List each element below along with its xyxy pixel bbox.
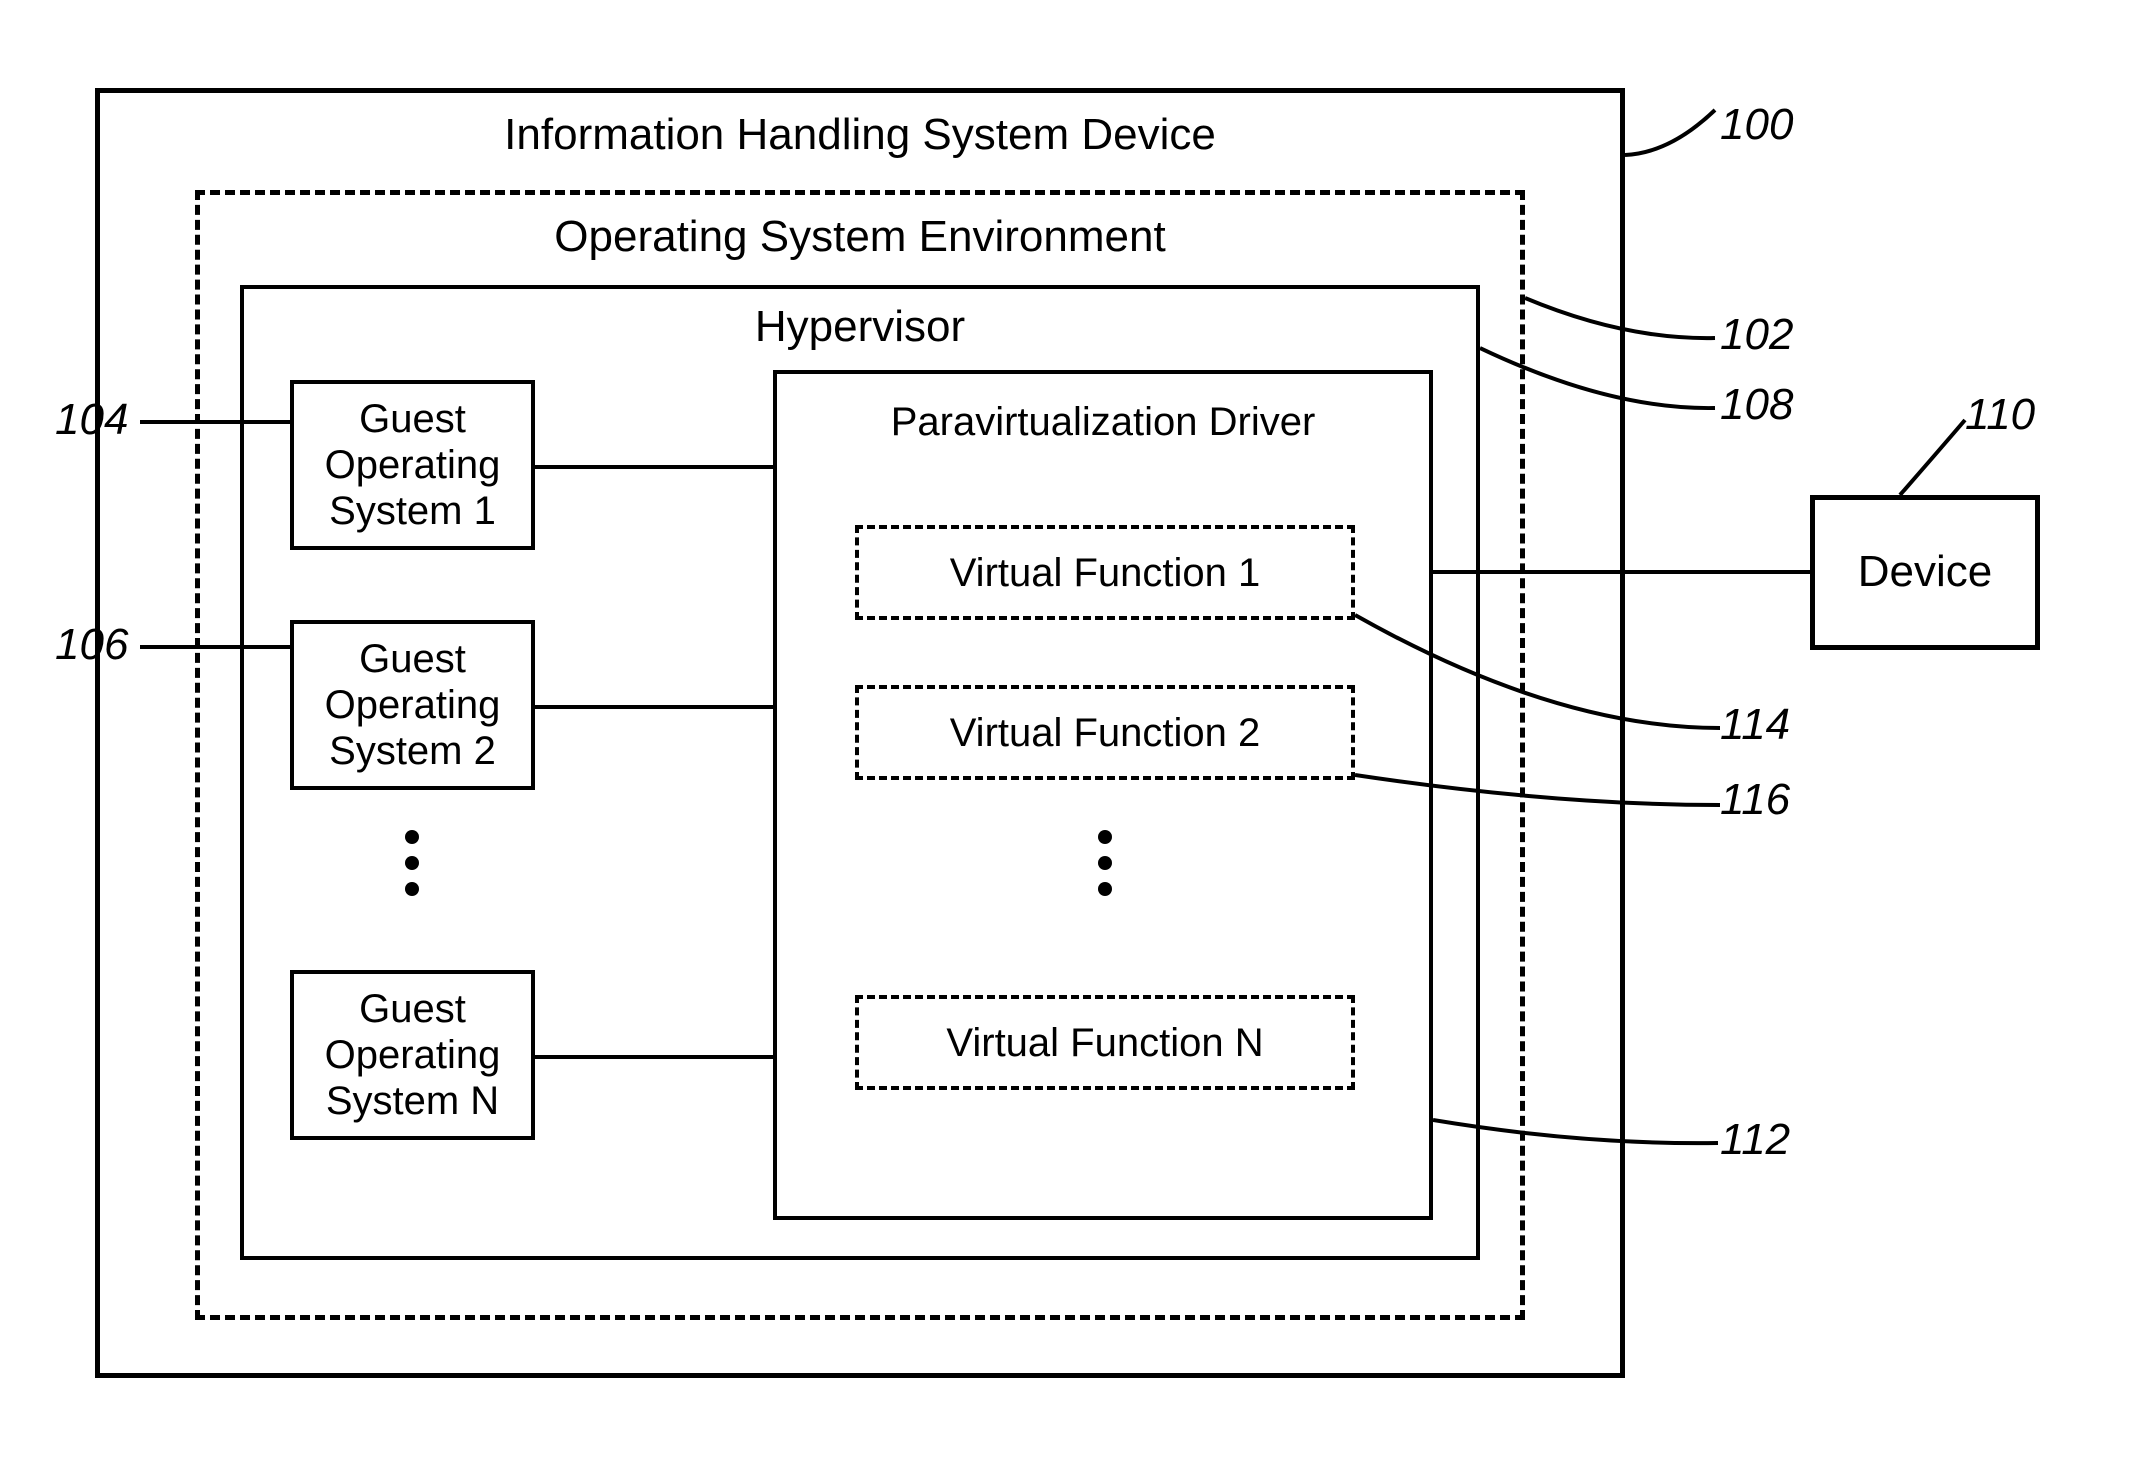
leader-100	[1625, 105, 1720, 160]
leader-108	[1480, 340, 1720, 415]
vf-n-label: Virtual Function N	[946, 1020, 1263, 1066]
ref-114: 114	[1720, 700, 1790, 750]
dot	[405, 856, 419, 870]
box-guest-os-1: Guest Operating System 1	[290, 380, 535, 550]
dot	[1098, 882, 1112, 896]
guest-os-1-line3: System 1	[329, 488, 496, 534]
ellipsis-vfs	[1098, 830, 1112, 896]
ref-108: 108	[1720, 380, 1793, 430]
leader-114	[1355, 610, 1725, 735]
box-vf-2: Virtual Function 2	[855, 685, 1355, 780]
ref-110: 110	[1965, 390, 2035, 440]
box-pv-driver	[773, 370, 1433, 1220]
connector-driver-device	[1433, 570, 1810, 574]
guest-os-2-line3: System 2	[329, 728, 496, 774]
vf-2-label: Virtual Function 2	[950, 710, 1261, 756]
connector-guest2-driver	[535, 705, 773, 709]
vf-1-label: Virtual Function 1	[950, 550, 1261, 596]
ref-112: 112	[1720, 1115, 1790, 1165]
leader-110	[1895, 415, 1970, 500]
ref-104: 104	[55, 395, 128, 445]
title-os-environment: Operating System Environment	[195, 212, 1525, 262]
guest-os-1-line2: Operating	[325, 442, 501, 488]
leader-112	[1433, 1115, 1723, 1160]
title-pv-driver: Paravirtualization Driver	[773, 400, 1433, 445]
dot	[1098, 856, 1112, 870]
diagram-stage: Information Handling System Device Opera…	[0, 0, 2133, 1483]
dot	[405, 882, 419, 896]
dot	[1098, 830, 1112, 844]
title-hypervisor: Hypervisor	[240, 302, 1480, 352]
guest-os-2-line1: Guest	[359, 636, 466, 682]
box-vf-1: Virtual Function 1	[855, 525, 1355, 620]
ref-100: 100	[1720, 100, 1793, 150]
ref-102: 102	[1720, 310, 1793, 360]
title-ihs-device: Information Handling System Device	[95, 110, 1625, 160]
ref-116: 116	[1720, 775, 1790, 825]
box-guest-os-n: Guest Operating System N	[290, 970, 535, 1140]
guest-os-1-line1: Guest	[359, 396, 466, 442]
leader-102	[1525, 290, 1720, 345]
ellipsis-guests	[405, 830, 419, 896]
leader-106	[140, 645, 290, 649]
connector-guestn-driver	[535, 1055, 773, 1059]
guest-os-2-line2: Operating	[325, 682, 501, 728]
box-vf-n: Virtual Function N	[855, 995, 1355, 1090]
leader-104	[140, 420, 290, 424]
ref-106: 106	[55, 620, 128, 670]
leader-116	[1355, 770, 1725, 820]
box-guest-os-2: Guest Operating System 2	[290, 620, 535, 790]
guest-os-n-line3: System N	[326, 1078, 499, 1124]
connector-guest1-driver	[535, 465, 773, 469]
guest-os-n-line1: Guest	[359, 986, 466, 1032]
device-label: Device	[1858, 547, 1993, 598]
dot	[405, 830, 419, 844]
box-device: Device	[1810, 495, 2040, 650]
guest-os-n-line2: Operating	[325, 1032, 501, 1078]
